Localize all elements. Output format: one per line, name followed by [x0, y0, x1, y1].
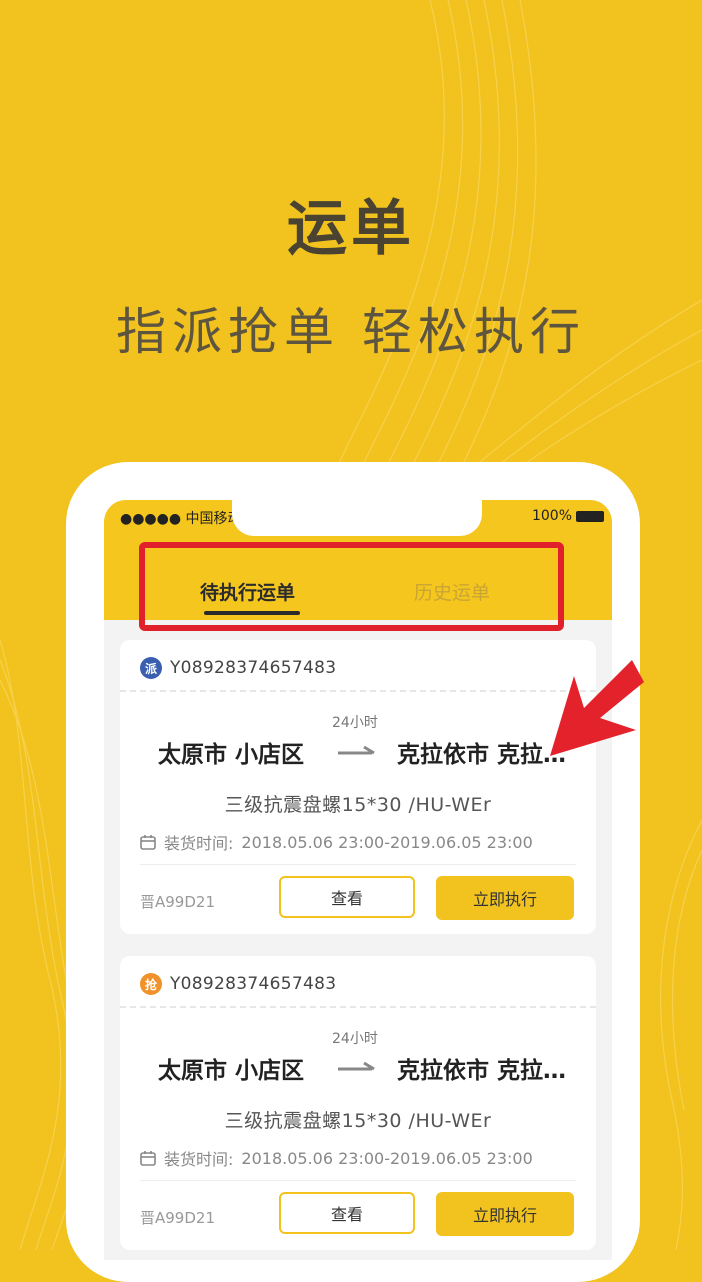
execute-now-button[interactable]: 立即执行	[436, 876, 574, 920]
card-divider	[140, 864, 576, 865]
vehicle-plate: 晋A99D21	[140, 893, 215, 911]
status-carrier: ●●●●● 中国移动	[120, 511, 242, 527]
pointer-arrow-icon	[550, 660, 644, 756]
route-arrow-icon	[338, 745, 375, 755]
load-time-value: 2018.05.06 23:00-2019.06.05 23:00	[241, 832, 533, 852]
load-time-row: 装货时间: 2018.05.06 23:00-2019.06.05 23:00	[140, 830, 533, 854]
card-divider	[120, 690, 596, 692]
order-card[interactable]: 派 Y08928374657483 太原市 小店区 24小时 克拉依市 克拉… …	[120, 640, 596, 934]
view-button[interactable]: 查看	[279, 876, 415, 918]
status-battery: 100%	[532, 508, 604, 524]
order-header: 抢 Y08928374657483	[140, 970, 336, 998]
execute-now-button[interactable]: 立即执行	[436, 1192, 574, 1236]
goods-description: 三级抗震盘螺15*30 /HU-WEr	[224, 794, 492, 816]
route-duration: 24小时	[332, 715, 378, 731]
vehicle-plate: 晋A99D21	[140, 1209, 215, 1227]
order-route: 太原市 小店区 24小时 克拉依市 克拉…	[120, 710, 596, 770]
route-origin: 太原市 小店区	[158, 1058, 305, 1084]
order-header: 派 Y08928374657483	[140, 654, 336, 682]
grab-badge-icon: 抢	[140, 973, 162, 995]
load-time-label: 装货时间:	[164, 834, 234, 853]
view-button[interactable]: 查看	[279, 1192, 415, 1234]
route-destination: 克拉依市 克拉…	[397, 1058, 567, 1084]
calendar-icon	[140, 1151, 156, 1166]
promo-headline: 运单	[287, 194, 415, 264]
load-time-row: 装货时间: 2018.05.06 23:00-2019.06.05 23:00	[140, 1146, 533, 1170]
battery-icon	[576, 510, 604, 522]
card-divider	[140, 1180, 576, 1181]
card-divider	[120, 1006, 596, 1008]
order-number: Y08928374657483	[170, 974, 337, 994]
load-time-label: 装货时间:	[164, 1150, 234, 1169]
dispatch-badge-icon: 派	[140, 657, 162, 679]
promo-subline: 指派抢单 轻松执行	[116, 303, 586, 361]
battery-percent: 100%	[531, 508, 572, 524]
order-number: Y08928374657483	[170, 658, 337, 678]
calendar-icon	[140, 835, 156, 850]
route-origin: 太原市 小店区	[158, 742, 305, 768]
phone-notch	[232, 500, 482, 536]
tabs-highlight-box	[139, 542, 564, 631]
goods-description: 三级抗震盘螺15*30 /HU-WEr	[224, 1110, 492, 1132]
order-card[interactable]: 抢 Y08928374657483 太原市 小店区 24小时 克拉依市 克拉… …	[120, 956, 596, 1250]
route-arrow-icon	[338, 1061, 375, 1071]
order-route: 太原市 小店区 24小时 克拉依市 克拉…	[120, 1026, 596, 1086]
route-duration: 24小时	[332, 1031, 378, 1047]
load-time-value: 2018.05.06 23:00-2019.06.05 23:00	[241, 1148, 533, 1168]
